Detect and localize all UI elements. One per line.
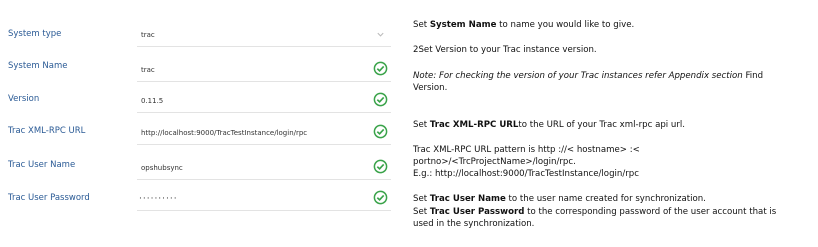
help-bold-term: Trac XML-RPC URL bbox=[429, 120, 519, 130]
help-text: portno>/<TrcProjectName>/login/rpc. bbox=[413, 157, 576, 167]
help-text: Set bbox=[413, 20, 430, 30]
connection-form: System type trac System Name trac Versio… bbox=[0, 0, 400, 247]
help-text: to name you would like to give. bbox=[496, 20, 635, 30]
trac-xmlrpc-url-value: http://localhost:9000/TracTestInstance/l… bbox=[141, 128, 308, 137]
system-type-value: trac bbox=[141, 30, 155, 39]
trac-user-password-value: ·········· bbox=[139, 193, 178, 204]
trac-user-name-label: Trac User Name bbox=[8, 160, 76, 170]
help-text: Trac XML-RPC URL pattern is http ://< ho… bbox=[413, 145, 640, 155]
check-circle-icon bbox=[373, 92, 388, 107]
help-text: to the user name created for synchroniza… bbox=[505, 194, 706, 204]
trac-user-name-input[interactable]: opshubsync bbox=[137, 156, 391, 180]
version-label: Version bbox=[8, 94, 40, 104]
trac-user-name-value: opshubsync bbox=[141, 163, 183, 172]
check-circle-icon bbox=[373, 61, 388, 76]
trac-xmlrpc-url-label: Trac XML-RPC URL bbox=[8, 126, 86, 136]
help-version: 2Set Version to your Trac instance versi… bbox=[413, 45, 597, 55]
system-name-value: trac bbox=[141, 65, 155, 74]
trac-xmlrpc-url-input[interactable]: http://localhost:9000/TracTestInstance/l… bbox=[137, 121, 391, 145]
help-text: used in the synchronization. bbox=[413, 219, 535, 229]
help-text: to the URL of your Trac xml-rpc api url. bbox=[518, 120, 686, 130]
help-user-password: Set Trac User Password to the correspond… bbox=[413, 206, 813, 230]
help-version-note: Note: For checking the version of your T… bbox=[413, 70, 813, 94]
check-circle-icon bbox=[373, 159, 388, 174]
chevron-down-icon[interactable] bbox=[376, 30, 385, 39]
system-type-select[interactable]: trac bbox=[137, 23, 391, 47]
system-name-label: System Name bbox=[8, 61, 68, 71]
check-circle-icon bbox=[373, 190, 388, 205]
check-circle-icon bbox=[373, 124, 388, 139]
version-input[interactable]: 0.11.5 bbox=[137, 89, 391, 113]
trac-user-password-input[interactable]: ·········· bbox=[137, 187, 391, 211]
version-value: 0.11.5 bbox=[141, 96, 164, 105]
help-text: Version. bbox=[413, 83, 448, 93]
help-text: Set bbox=[413, 207, 430, 217]
help-user-name: Set Trac User Name to the user name crea… bbox=[413, 193, 813, 205]
help-text: Find bbox=[742, 71, 764, 81]
help-bold-term: Trac User Name bbox=[429, 194, 506, 204]
help-text: to the corresponding password of the use… bbox=[524, 207, 777, 217]
help-bold-term: System Name bbox=[429, 20, 497, 30]
system-name-input[interactable]: trac bbox=[137, 58, 391, 82]
system-type-label: System type bbox=[8, 29, 62, 39]
trac-user-password-label: Trac User Password bbox=[8, 193, 90, 203]
help-note-italic: Note: For checking the version of your T… bbox=[413, 71, 743, 81]
help-url-pattern: Trac XML-RPC URL pattern is http ://< ho… bbox=[413, 144, 813, 180]
help-bold-term: Trac User Password bbox=[429, 207, 525, 217]
help-xmlrpc-url: Set Trac XML-RPC URLto the URL of your T… bbox=[413, 119, 813, 131]
help-system-name: Set System Name to name you would like t… bbox=[413, 19, 813, 31]
help-text: Set bbox=[413, 194, 430, 204]
help-text: E.g.: http://localhost:9000/TracTestInst… bbox=[413, 169, 639, 179]
help-text: Set bbox=[413, 120, 430, 130]
